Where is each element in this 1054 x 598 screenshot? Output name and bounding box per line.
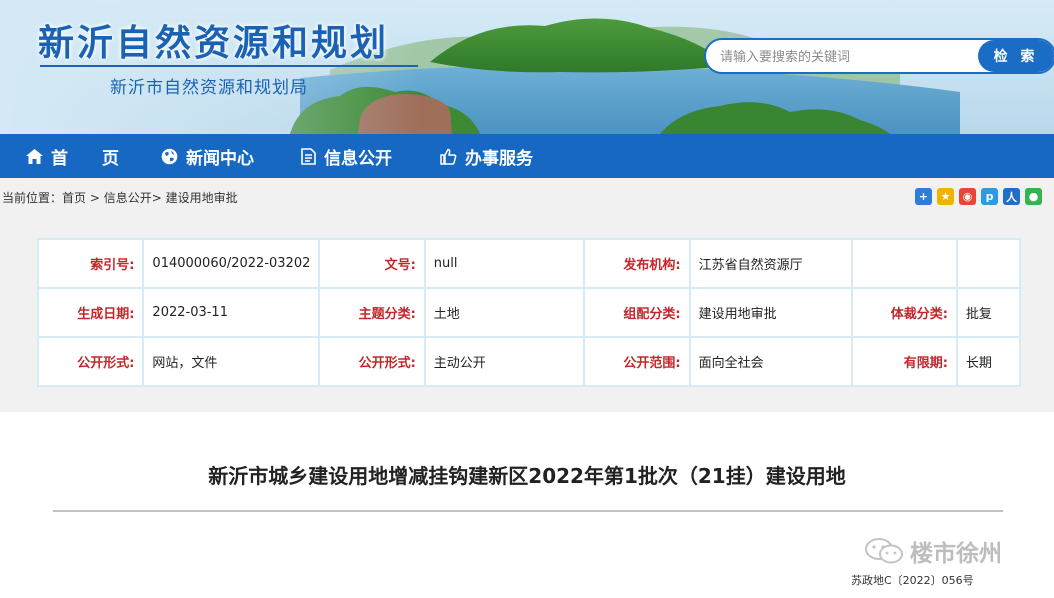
nav-label-news: 新闻中心 <box>186 148 254 169</box>
breadcrumb-info-public-link[interactable]: 信息公开 <box>104 191 152 205</box>
meta-value-scope: 面向全社会 <box>688 336 853 387</box>
weibo-icon[interactable]: ◉ <box>959 188 976 205</box>
nav-label-services: 办事服务 <box>465 148 533 169</box>
meta-value-index-number: 014000060/2022-03202 <box>142 238 321 289</box>
meta-value-topic: 土地 <box>423 287 586 338</box>
meta-value-publish-form: 网站，文件 <box>142 336 321 387</box>
meta-value-publisher: 江苏省自然资源厅 <box>688 238 853 289</box>
document-icon <box>301 147 316 165</box>
watermark-text: 楼市徐州 <box>910 541 1002 567</box>
nav-item-info-public[interactable]: 信息公开 <box>301 134 392 178</box>
breadcrumb: 当前位置：首页 > 信息公开> 建设用地审批 <box>2 189 238 206</box>
wechat-watermark-icon <box>865 538 903 564</box>
meta-key-validity: 有限期: <box>850 336 958 387</box>
meta-key-publish-form-2: 公开形式: <box>318 336 426 387</box>
site-subtitle: 新沂市自然资源和规划局 <box>110 78 308 98</box>
nav-item-services[interactable]: 办事服务 <box>440 134 533 178</box>
meta-key-group: 组配分类: <box>583 287 691 338</box>
breadcrumb-prefix: 当前位置： <box>2 191 63 205</box>
title-divider <box>53 510 1003 512</box>
breadcrumb-separator: > <box>151 191 166 205</box>
metadata-row: 生成日期: 2022-03-11 主题分类: 土地 组配分类: 建设用地审批 体… <box>36 287 1022 338</box>
meta-key-publish-form: 公开形式: <box>36 336 145 387</box>
metadata-panel: 索引号: 014000060/2022-03202 文号: null 发布机构:… <box>0 216 1054 412</box>
meta-key-publisher: 发布机构: <box>583 238 691 289</box>
nav-item-news[interactable]: 新闻中心 <box>161 134 254 178</box>
meta-key-created-date: 生成日期: <box>36 287 145 338</box>
meta-value-genre: 批复 <box>955 287 1022 338</box>
meta-value-group: 建设用地审批 <box>688 287 853 338</box>
site-title: 新沂自然资源和规划 <box>38 23 390 64</box>
search-input[interactable] <box>720 46 976 68</box>
meta-value-created-date: 2022-03-11 <box>142 287 321 338</box>
article-title: 新沂市城乡建设用地增减挂钩建新区2022年第1批次（21挂）建设用地 <box>208 464 846 488</box>
breadcrumb-home-link[interactable]: 首页 <box>62 191 86 205</box>
meta-value-empty <box>955 238 1022 289</box>
wechat-icon[interactable]: ● <box>1025 188 1042 205</box>
globe-icon <box>161 148 178 164</box>
home-icon <box>26 148 43 164</box>
meta-value-publish-form-2: 主动公开 <box>423 336 586 387</box>
share-plus-icon[interactable]: + <box>915 188 932 205</box>
breadcrumb-current[interactable]: 建设用地审批 <box>166 191 238 205</box>
nav-label-home: 首 页 <box>51 148 119 169</box>
meta-key-scope: 公开范围: <box>583 336 691 387</box>
meta-key-topic: 主题分类: <box>318 287 426 338</box>
metadata-table: 索引号: 014000060/2022-03202 文号: null 发布机构:… <box>36 238 1022 387</box>
breadcrumb-bar: 当前位置：首页 > 信息公开> 建设用地审批 + ★ ◉ p 人 ● <box>0 178 1054 216</box>
watermark: 楼市徐州 <box>864 534 1002 568</box>
document-number: 苏政地C〔2022〕056号 <box>851 574 974 587</box>
metadata-row: 公开形式: 网站，文件 公开形式: 主动公开 公开范围: 面向全社会 有限期: … <box>36 336 1022 387</box>
share-toolbar: + ★ ◉ p 人 ● <box>915 188 1042 205</box>
meta-key-doc-number: 文号: <box>318 238 426 289</box>
thumbs-up-icon <box>440 148 457 165</box>
nav-label-info-public: 信息公开 <box>324 148 392 169</box>
nav-item-home[interactable]: 首 页 <box>26 134 119 178</box>
search-button[interactable]: 检 索 <box>978 40 1054 72</box>
main-nav: 首 页 新闻中心 信息公开 办事服务 <box>0 134 1054 178</box>
meta-key-genre: 体裁分类: <box>850 287 958 338</box>
site-banner: 新沂自然资源和规划 新沂市自然资源和规划局 检 索 <box>0 0 1054 134</box>
metadata-row: 索引号: 014000060/2022-03202 文号: null 发布机构:… <box>36 238 1022 289</box>
meta-key-empty <box>850 238 958 289</box>
renren-icon[interactable]: 人 <box>1003 188 1020 205</box>
title-underline <box>40 65 418 67</box>
qzone-icon[interactable]: ★ <box>937 188 954 205</box>
breadcrumb-separator: > <box>86 191 104 205</box>
pengyou-icon[interactable]: p <box>981 188 998 205</box>
search-box: 检 索 <box>704 38 1054 74</box>
meta-value-validity: 长期 <box>955 336 1022 387</box>
meta-key-index-number: 索引号: <box>36 238 145 289</box>
meta-value-doc-number: null <box>423 238 586 289</box>
